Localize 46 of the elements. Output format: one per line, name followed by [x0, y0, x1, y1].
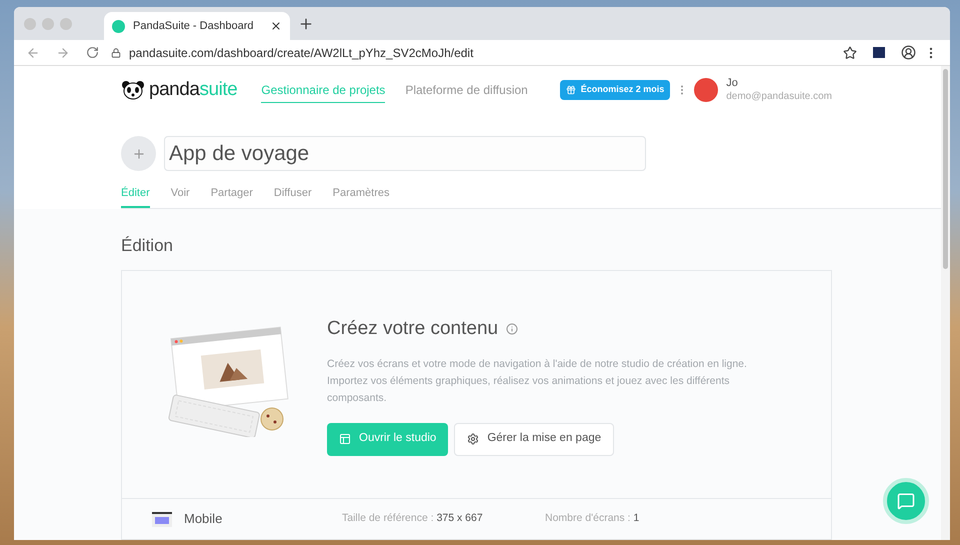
gift-icon: [566, 85, 576, 95]
scrollbar[interactable]: [941, 66, 950, 540]
project-title-field[interactable]: App de voyage: [164, 136, 646, 171]
open-studio-button[interactable]: Ouvrir le studio: [327, 422, 448, 456]
layout-settings-button[interactable]: Gérer la mise en page: [454, 422, 614, 456]
tab[interactable]: Partager: [210, 185, 253, 208]
chat-icon: [897, 492, 915, 510]
profile-icon[interactable]: [901, 45, 916, 60]
new-tab-icon[interactable]: [298, 16, 314, 32]
tab[interactable]: Voir: [170, 185, 190, 208]
user-email: demo@pandasuite.com: [726, 90, 832, 104]
promo-badge[interactable]: Économisez 2 mois: [560, 80, 670, 100]
screen-count: Nombre d'écrans : 1: [545, 511, 640, 526]
settings-icon: [467, 433, 480, 445]
tab[interactable]: Éditer: [121, 185, 150, 208]
add-icon-button[interactable]: [121, 136, 156, 171]
card-description: Créez vos écrans et votre mode de navigation à l'aide de notre studio de création en ligne. Importez vos éléments graphiques, réalisez vos animations et jouez avec les différents composants.: [327, 356, 748, 406]
plus-icon: [132, 146, 146, 160]
mobile-device-icon: [152, 512, 172, 526]
forward-icon[interactable]: [56, 46, 70, 60]
reload-icon[interactable]: [86, 46, 99, 59]
nav-link[interactable]: Plateforme de diffusion: [405, 78, 528, 102]
avatar[interactable]: [694, 78, 718, 102]
info-icon[interactable]: [506, 323, 518, 336]
browser-tab[interactable]: PandaSuite - Dashboard: [104, 12, 290, 40]
window-control-icon[interactable]: [42, 18, 54, 30]
window-control-icon[interactable]: [24, 18, 36, 30]
url-field[interactable]: pandasuite.com/dashboard/create/AW2lLt_pYhz_SV2cMoJh/edit: [129, 44, 474, 62]
lock-icon: [111, 48, 121, 58]
card-title: Créez votre contenu: [327, 317, 498, 341]
bookmark-star-icon[interactable]: [843, 46, 857, 60]
user-name: Jo: [726, 76, 739, 91]
window-control-icon[interactable]: [60, 18, 72, 30]
logo[interactable]: pandasuite: [121, 76, 238, 104]
favicon-icon: [112, 20, 125, 32]
layout-icon: [339, 433, 351, 445]
chat-button[interactable]: [883, 478, 929, 524]
tab[interactable]: Paramètres: [332, 185, 390, 208]
reference-size: Taille de référence : 375 x 667: [342, 511, 484, 526]
panda-icon: [121, 80, 145, 100]
section-title: Édition: [121, 234, 174, 256]
close-icon[interactable]: [270, 20, 282, 32]
format-name: Mobile: [184, 510, 224, 528]
tab[interactable]: Diffuser: [274, 185, 312, 208]
back-icon[interactable]: [26, 46, 40, 60]
nav-link[interactable]: Gestionnaire de projets: [261, 78, 386, 102]
